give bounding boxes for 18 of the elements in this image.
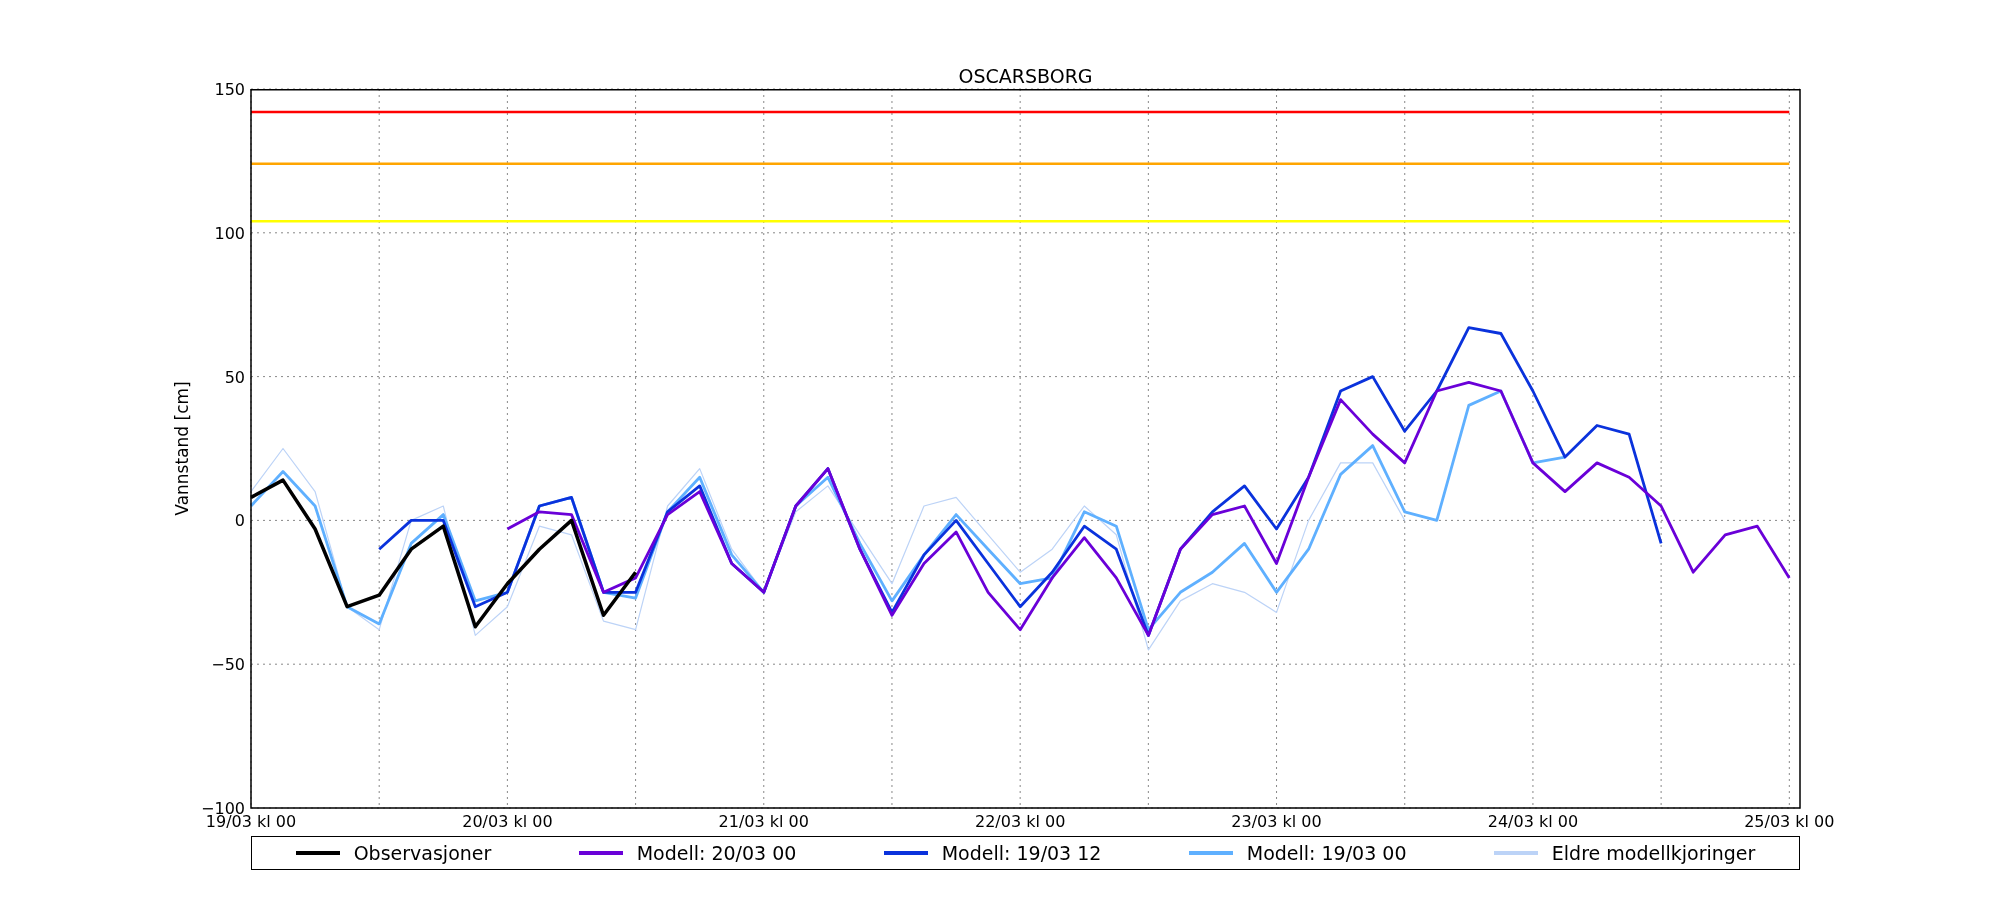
y-tick-label: 0 <box>234 511 245 531</box>
x-tick-label: 24/03 kl 00 <box>1487 812 1579 831</box>
legend-label: Modell: 19/03 12 <box>941 842 1102 864</box>
y-tick-label: 50 <box>224 367 245 387</box>
legend-label: Eldre modellkjoringer <box>1551 842 1756 864</box>
x-tick-label: 22/03 kl 00 <box>975 812 1066 831</box>
legend-label: Observasjoner <box>353 842 492 864</box>
y-tick-label: −50 <box>211 655 245 675</box>
x-tick-label: 21/03 kl 00 <box>718 812 809 831</box>
legend-label: Modell: 20/03 00 <box>636 842 797 864</box>
chart-title: OSCARSBORG <box>958 65 1093 89</box>
y-tick-label: 100 <box>214 223 245 243</box>
legend-label: Modell: 19/03 00 <box>1246 842 1407 864</box>
x-tick-label: 23/03 kl 00 <box>1231 812 1322 831</box>
y-tick-label: 150 <box>214 80 245 99</box>
y-axis-label: Vannstand [cm] <box>172 381 192 516</box>
x-tick-label: 20/03 kl 00 <box>462 812 553 831</box>
x-tick-label: 25/03 kl 00 <box>1744 812 1835 831</box>
